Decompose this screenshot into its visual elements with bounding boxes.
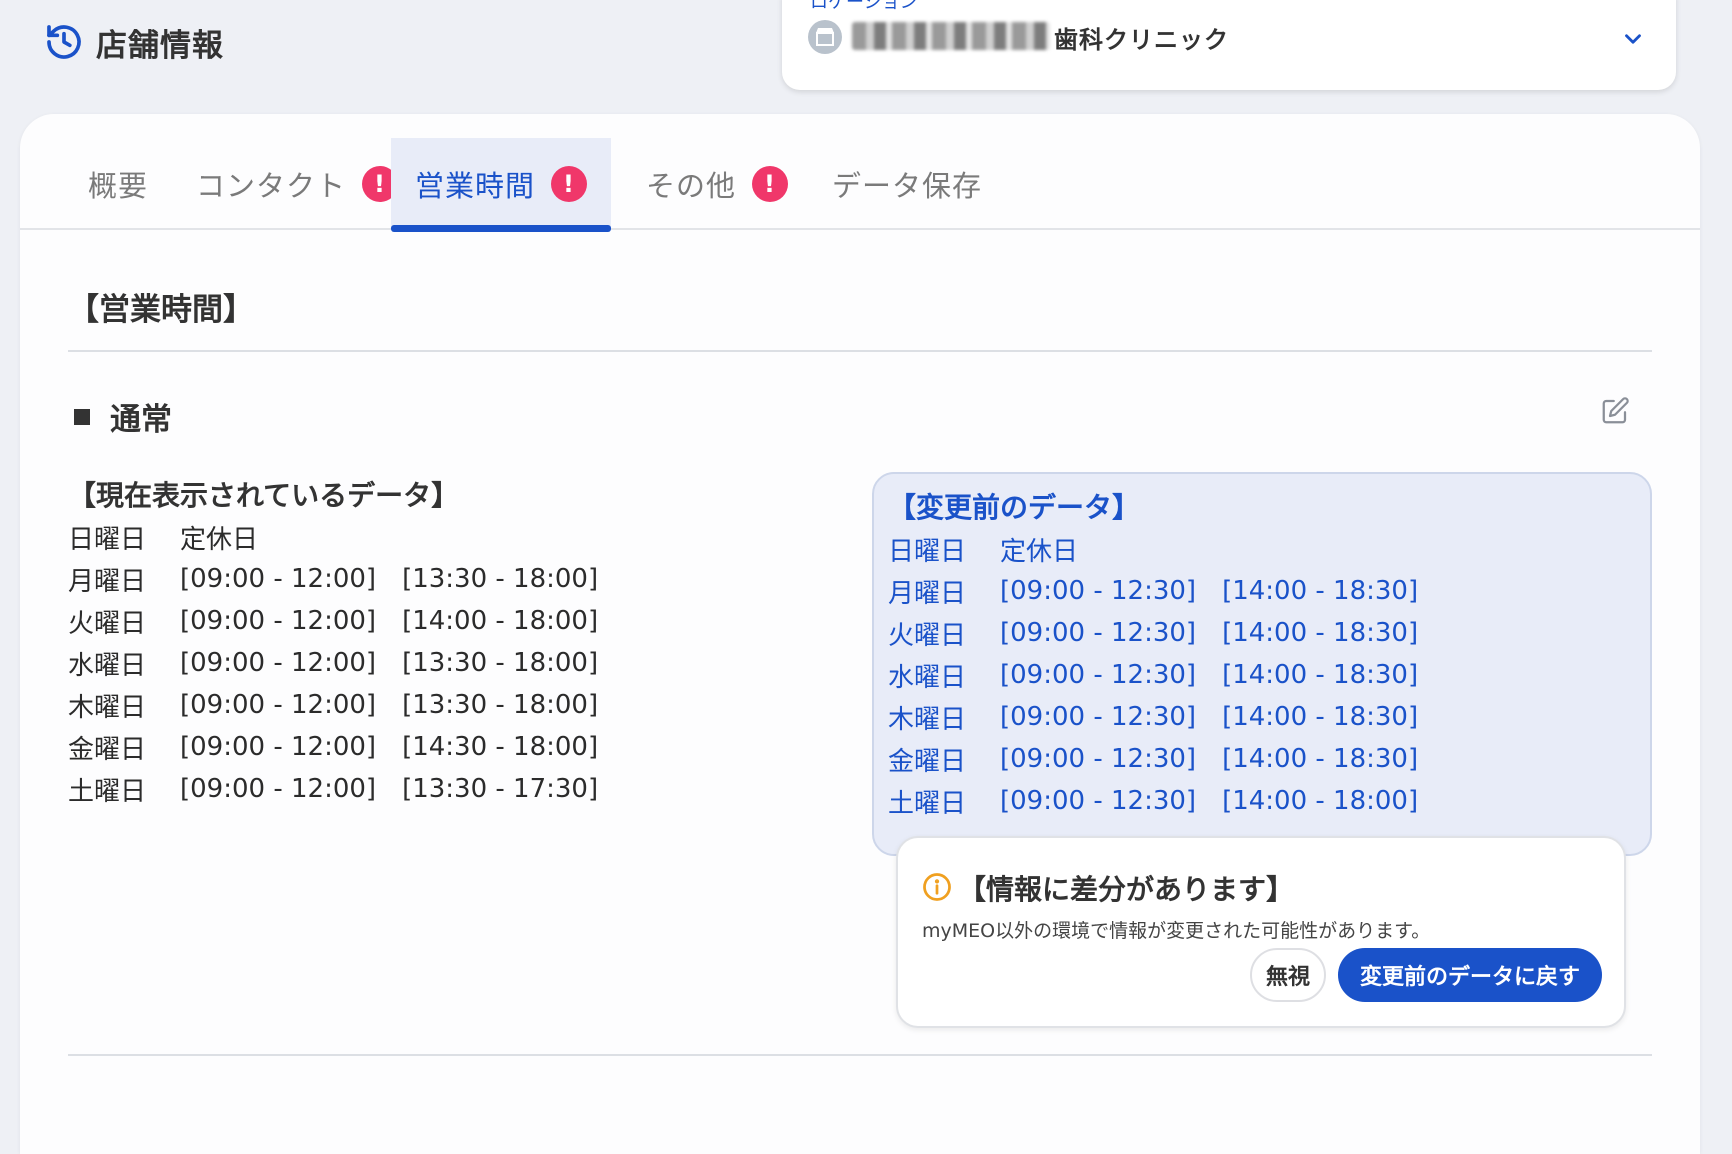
- day-label: 金曜日: [888, 746, 967, 777]
- day-label: 火曜日: [888, 620, 967, 651]
- day-label: 日曜日: [888, 536, 967, 567]
- time-slot: [14:00 - 18:30]: [1222, 744, 1419, 774]
- day-label: 金曜日: [68, 734, 147, 765]
- hours-row: 火曜日 [09:00 - 12:30] [14:00 - 18:30]: [888, 612, 1444, 654]
- hours-row: 火曜日 [09:00 - 12:00] [14:00 - 18:00]: [68, 600, 624, 642]
- hours-row: 水曜日 [09:00 - 12:30] [14:00 - 18:30]: [888, 654, 1444, 696]
- tab-business-hours[interactable]: 営業時間 !: [391, 138, 612, 232]
- time-slot: [09:00 - 12:00]: [180, 648, 377, 678]
- header: 店舗情報 ロケーション 歯科クリニック: [0, 0, 1732, 110]
- tab-data-save[interactable]: データ保存: [808, 138, 1006, 230]
- hours-row: 土曜日 [09:00 - 12:00] [13:30 - 17:30]: [68, 768, 624, 810]
- tab-label: 概要: [88, 169, 149, 203]
- day-label: 土曜日: [68, 776, 147, 807]
- warning-badge: !: [551, 166, 588, 202]
- history-icon: [47, 25, 81, 59]
- hours-row: 金曜日 [09:00 - 12:30] [14:00 - 18:30]: [888, 738, 1444, 780]
- time-slot: [14:00 - 18:30]: [1222, 660, 1419, 690]
- time-slot: [14:00 - 18:30]: [1222, 702, 1419, 732]
- store-select-label: ロケーション: [810, 0, 918, 13]
- revert-button[interactable]: 変更前のデータに戻す: [1338, 948, 1602, 1002]
- main-card: 概要 コンタクト ! 営業時間 ! その他 ! データ保存 【営業時間】 通常 …: [20, 114, 1700, 1154]
- time-slot: [09:00 - 12:30]: [1000, 786, 1197, 816]
- hours-row: 日曜日 定休日: [68, 516, 624, 558]
- hours-row: 金曜日 [09:00 - 12:00] [14:30 - 18:00]: [68, 726, 624, 768]
- time-slot: [09:00 - 12:30]: [1000, 576, 1197, 606]
- time-slot: [09:00 - 12:30]: [1000, 702, 1197, 732]
- time-slot: 定休日: [1000, 536, 1079, 567]
- previous-data-box: 【変更前のデータ】 日曜日 定休日 月曜日 [09:00 - 12:30] [1…: [872, 472, 1652, 856]
- hours-row: 木曜日 [09:00 - 12:00] [13:30 - 18:00]: [68, 684, 624, 726]
- sub-title-label: 通常: [110, 402, 172, 438]
- previous-data-title: 【変更前のデータ】: [888, 491, 1141, 524]
- divider: [68, 1054, 1652, 1056]
- time-slot: [13:30 - 18:00]: [402, 690, 599, 720]
- time-slot: [09:00 - 12:30]: [1000, 660, 1197, 690]
- time-slot: 定休日: [180, 524, 259, 555]
- time-slot: [09:00 - 12:00]: [180, 690, 377, 720]
- time-slot: [14:00 - 18:30]: [1222, 618, 1419, 648]
- tab-overview[interactable]: 概要: [64, 138, 172, 230]
- sub-title: 通常: [74, 394, 172, 439]
- time-slot: [09:00 - 12:00]: [180, 564, 377, 594]
- day-label: 木曜日: [68, 692, 147, 723]
- day-label: 火曜日: [68, 608, 147, 639]
- tab-contact[interactable]: コンタクト !: [172, 138, 422, 230]
- day-label: 木曜日: [888, 704, 967, 735]
- tab-bar: 概要 コンタクト ! 営業時間 ! その他 ! データ保存: [20, 114, 1700, 232]
- tab-label: データ保存: [832, 169, 983, 203]
- hours-row: 月曜日 [09:00 - 12:30] [14:00 - 18:30]: [888, 570, 1444, 612]
- tab-label: その他: [646, 169, 737, 203]
- tab-label: 営業時間: [415, 169, 536, 203]
- time-slot: [09:00 - 12:00]: [180, 732, 377, 762]
- time-slot: [09:00 - 12:00]: [180, 774, 377, 804]
- day-label: 水曜日: [68, 650, 147, 681]
- time-slot: [13:30 - 17:30]: [402, 774, 599, 804]
- section-title: 【営業時間】: [68, 292, 254, 328]
- page-title: 店舗情報: [96, 28, 224, 64]
- warning-badge: !: [752, 166, 789, 202]
- time-slot: [09:00 - 12:30]: [1000, 744, 1197, 774]
- blurred-store-name: [852, 22, 1050, 50]
- chevron-down-icon[interactable]: [1620, 26, 1646, 52]
- notice-title: 【情報に差分があります】: [958, 873, 1295, 906]
- diff-notice: 【情報に差分があります】 myMEO以外の環境で情報が変更された可能性があります…: [896, 836, 1626, 1028]
- day-label: 月曜日: [68, 566, 147, 597]
- current-data-title: 【現在表示されているデータ】: [68, 479, 460, 512]
- time-slot: [09:00 - 12:00]: [180, 606, 377, 636]
- time-slot: [13:30 - 18:00]: [402, 648, 599, 678]
- time-slot: [14:30 - 18:00]: [402, 732, 599, 762]
- hours-row: 木曜日 [09:00 - 12:30] [14:00 - 18:30]: [888, 696, 1444, 738]
- hours-row: 水曜日 [09:00 - 12:00] [13:30 - 18:00]: [68, 642, 624, 684]
- time-slot: [14:00 - 18:00]: [1222, 786, 1419, 816]
- previous-data: 【変更前のデータ】 日曜日 定休日 月曜日 [09:00 - 12:30] [1…: [888, 486, 1444, 822]
- square-bullet-icon: [74, 408, 90, 425]
- day-label: 水曜日: [888, 662, 967, 693]
- time-slot: [14:00 - 18:00]: [402, 606, 599, 636]
- notice-text: myMEO以外の環境で情報が変更された可能性があります。: [922, 920, 1431, 942]
- hours-row: 月曜日 [09:00 - 12:00] [13:30 - 18:00]: [68, 558, 624, 600]
- edit-icon[interactable]: [1600, 396, 1630, 426]
- divider: [68, 350, 1652, 352]
- info-icon: [923, 873, 951, 901]
- day-label: 月曜日: [888, 578, 967, 609]
- store-select[interactable]: ロケーション 歯科クリニック: [782, 0, 1676, 90]
- store-name: 歯科クリニック: [1054, 26, 1229, 54]
- hours-row: 日曜日 定休日: [888, 528, 1444, 570]
- ignore-button[interactable]: 無視: [1250, 948, 1326, 1002]
- time-slot: [14:00 - 18:30]: [1222, 576, 1419, 606]
- day-label: 日曜日: [68, 524, 147, 555]
- day-label: 土曜日: [888, 788, 967, 819]
- hours-row: 土曜日 [09:00 - 12:30] [14:00 - 18:00]: [888, 780, 1444, 822]
- tab-other[interactable]: その他 !: [622, 138, 812, 230]
- time-slot: [13:30 - 18:00]: [402, 564, 599, 594]
- store-avatar: [808, 20, 842, 54]
- time-slot: [09:00 - 12:30]: [1000, 618, 1197, 648]
- tab-label: コンタクト: [196, 169, 347, 203]
- current-data: 【現在表示されているデータ】 日曜日 定休日 月曜日 [09:00 - 12:0…: [68, 474, 624, 810]
